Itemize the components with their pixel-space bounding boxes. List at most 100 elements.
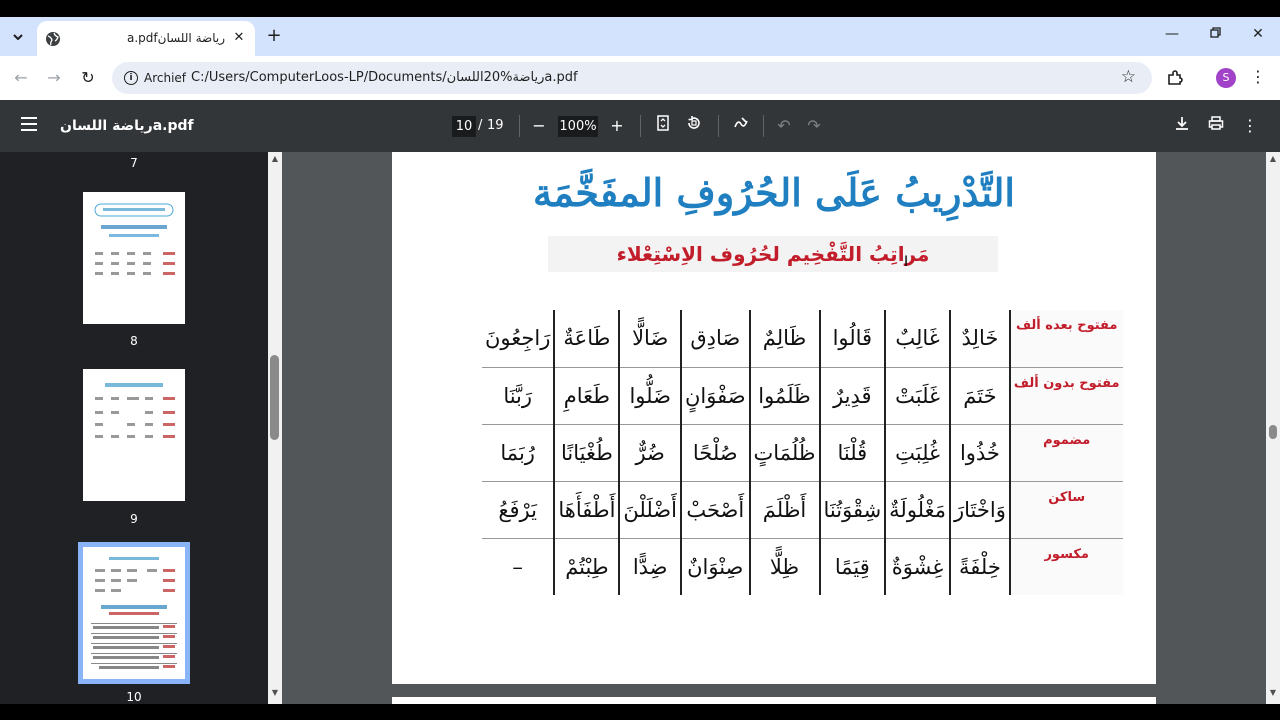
row-header: ساكن — [1008, 481, 1123, 539]
fit-page-icon — [657, 115, 669, 131]
thumbnail-preview — [94, 203, 175, 275]
page-number-input[interactable]: 10 — [452, 116, 476, 137]
undo-button[interactable]: ↶ — [772, 114, 796, 138]
thumbnail-page-8[interactable] — [83, 192, 185, 324]
bookmark-star-icon[interactable]: ☆ — [1121, 67, 1136, 87]
thumbnail-sidebar: 7 8 9 10 — [0, 152, 268, 704]
table-cell: طِبْتُمْ — [553, 538, 620, 595]
forward-button[interactable]: → — [43, 67, 65, 89]
thumbnail-preview — [95, 383, 175, 438]
address-bar[interactable]: i Archief C:/Users/ComputerLoos-LP/Docum… — [112, 62, 1152, 94]
rotate-button[interactable] — [682, 114, 706, 138]
scroll-up-icon[interactable]: ▲ — [270, 154, 280, 163]
table-cell: قَدِيرٌ — [818, 367, 886, 425]
table-cell: طُغْيَانًا — [553, 424, 620, 482]
table-row: مضموم خُذُوا غُلِبَتِ قُلْنَا ظُلُمَاتٍ … — [482, 424, 1123, 482]
fit-page-button[interactable] — [651, 114, 675, 138]
table-cell: قَالُوا — [818, 310, 886, 368]
profile-avatar[interactable]: S — [1216, 68, 1236, 88]
page-separator: / — [478, 118, 483, 133]
scroll-down-icon[interactable]: ▼ — [270, 688, 280, 697]
table-cell: غَالِبٌ — [884, 310, 951, 368]
print-icon — [1208, 116, 1224, 130]
thumbnail-page-10[interactable] — [78, 542, 190, 684]
table-cell: رُبَمَا — [482, 424, 555, 482]
table-row: ساكن وَاخْتَارَ مَغْلُولَةٌ شِقْوَتُنَا … — [482, 481, 1123, 539]
table-cell: صَفْوَانٍ — [679, 367, 750, 425]
thumbnail-label: 10 — [126, 690, 142, 704]
letters-table: مفتوح بعده ألف خَالِدٌ غَالِبٌ قَالُوا ظ… — [482, 310, 1123, 595]
table-cell: ضَلُّوا — [618, 367, 681, 425]
table-row: مكسور خِلْفَةً غِشْوَةٌ قِيَمًا ظِلًّا ص… — [482, 538, 1123, 595]
zoom-out-button[interactable]: − — [527, 114, 551, 138]
scroll-down-icon[interactable]: ▼ — [1268, 688, 1278, 697]
thumbnail-page-9[interactable] — [83, 369, 185, 501]
zoom-input[interactable]: 100% — [558, 116, 598, 137]
table-cell: أَطْفَأَهَا — [553, 481, 620, 539]
browser-toolbar: ← → ↻ i Archief C:/Users/ComputerLoos-LP… — [0, 56, 1280, 100]
table-cell: شِقْوَتُنَا — [818, 481, 886, 539]
print-button[interactable] — [1204, 114, 1228, 138]
back-button[interactable]: ← — [10, 67, 32, 89]
table-cell: ضُرٌّ — [618, 424, 681, 482]
table-cell: يَرْفَعُ — [482, 481, 555, 539]
table-cell: طَاعَةٌ — [553, 310, 620, 368]
close-window-button[interactable]: ✕ — [1248, 26, 1268, 42]
table-cell: ظِلًّا — [748, 538, 820, 595]
tab-search-button[interactable] — [6, 26, 30, 48]
site-info-label: Archief — [144, 71, 187, 85]
globe-icon — [46, 32, 60, 46]
table-cell: مَغْلُولَةٌ — [884, 481, 951, 539]
scroll-up-icon[interactable]: ▲ — [1268, 154, 1278, 163]
page-total: 19 — [487, 118, 504, 133]
bottom-letterbox — [0, 704, 1280, 720]
more-actions-icon[interactable]: ⋮ — [1238, 114, 1262, 138]
text-cursor-icon: I — [904, 254, 909, 270]
row-header: مفتوح بعده ألف — [1008, 310, 1123, 368]
reload-button[interactable]: ↻ — [77, 67, 99, 89]
divider — [718, 115, 719, 137]
page-title: التَّدْرِيبُ عَلَى الحُرُوفِ المفَخَّمَة — [533, 170, 1015, 215]
menu-icon[interactable] — [21, 117, 37, 131]
pdf-page: التَّدْرِيبُ عَلَى الحُرُوفِ المفَخَّمَة… — [392, 152, 1156, 684]
sidebar-scrollbar[interactable]: ▲ ▼ — [268, 152, 282, 704]
site-info-chip[interactable]: i Archief — [118, 66, 194, 90]
table-cell: رَبَّنَا — [482, 367, 555, 425]
document-title: رياضة اللسانa.pdf — [60, 118, 194, 134]
restore-icon — [1209, 27, 1221, 38]
table-cell: غُلِبَتِ — [884, 424, 951, 482]
sidebar-scroll-thumb[interactable] — [270, 355, 279, 440]
restore-button[interactable] — [1205, 26, 1225, 42]
download-icon — [1176, 117, 1188, 130]
table-cell: خَالِدٌ — [949, 310, 1010, 368]
table-row: مفتوح بدون ألف خَتَمَ غَلَبَتْ قَدِيرٌ ظ… — [482, 367, 1123, 425]
zoom-in-button[interactable]: + — [605, 114, 629, 138]
annotate-button[interactable] — [729, 114, 753, 138]
row-header: مكسور — [1008, 538, 1123, 595]
divider — [640, 115, 641, 137]
table-cell: صُلْحًا — [679, 424, 750, 482]
tab-strip: رياضة اللسانa.pdf ✕ + — ✕ — [0, 17, 1280, 56]
row-header: مفتوح بدون ألف — [1008, 367, 1123, 425]
table-cell: ضِدًّا — [618, 538, 681, 595]
download-button[interactable] — [1170, 114, 1194, 138]
table-cell: أَضْلَلْنَ — [618, 481, 681, 539]
extensions-icon[interactable] — [1165, 68, 1185, 88]
redo-button[interactable]: ↷ — [802, 114, 826, 138]
screen: رياضة اللسانa.pdf ✕ + — ✕ ← → ↻ i Archie… — [0, 0, 1280, 720]
divider — [519, 115, 520, 137]
browser-menu-icon[interactable]: ⋮ — [1250, 66, 1266, 88]
browser-tab[interactable]: رياضة اللسانa.pdf ✕ — [37, 21, 255, 56]
table-cell: وَاخْتَارَ — [949, 481, 1010, 539]
table-cell: صِنْوَانٌ — [679, 538, 750, 595]
table-cell: خُذُوا — [949, 424, 1010, 482]
table-cell: غِشْوَةٌ — [884, 538, 951, 595]
minimize-button[interactable]: — — [1162, 26, 1182, 42]
table-cell: قُلْنَا — [818, 424, 886, 482]
document-scroll-thumb[interactable] — [1269, 425, 1277, 439]
close-icon[interactable]: ✕ — [231, 30, 247, 45]
new-tab-button[interactable]: + — [264, 26, 284, 46]
document-scrollbar[interactable]: ▲ ▼ — [1266, 152, 1280, 704]
url-text[interactable]: C:/Users/ComputerLoos-LP/Documents/رياضة… — [191, 70, 578, 85]
chevron-down-icon — [13, 34, 23, 40]
